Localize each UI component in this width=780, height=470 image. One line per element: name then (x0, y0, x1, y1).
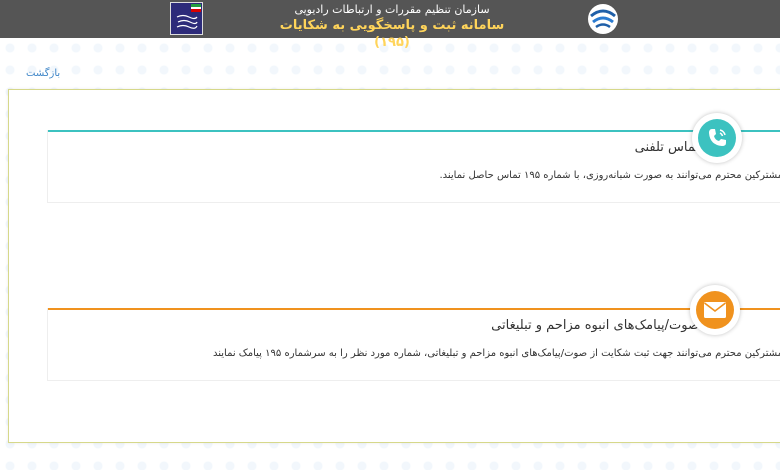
phone-contact-card: تماس تلفنی مشترکین محترم می‌توانند به صو… (47, 130, 780, 203)
org-name: سازمان تنظیم مقررات و ارتباطات رادیویی (294, 3, 490, 16)
phone-icon (698, 119, 736, 157)
content-panel: تماس تلفنی مشترکین محترم می‌توانند به صو… (8, 89, 780, 443)
cra-logo-icon (588, 4, 618, 34)
header-bar: سازمان تنظیم مقررات و ارتباطات رادیویی س… (0, 0, 780, 50)
envelope-icon (696, 291, 734, 329)
flag-icon (191, 4, 201, 12)
card-description: مشترکین محترم می‌توانند به صورت شبانه‌رو… (439, 170, 780, 181)
card-accent-line (48, 308, 780, 310)
header-titles: سازمان تنظیم مقررات و ارتباطات رادیویی س… (272, 2, 512, 51)
card-accent-line (48, 130, 780, 132)
back-link[interactable]: بازگشت (26, 68, 60, 79)
sms-badge (690, 285, 740, 335)
sms-spam-card: صوت/پیامک‌های انبوه مزاحم و تبلیغاتی مشت… (47, 308, 780, 381)
phone-badge (692, 113, 742, 163)
card-description: مشترکین محترم می‌توانند جهت ثبت شکایت از… (212, 348, 780, 359)
system-name: سامانه ثبت و پاسخگویی به شکایات (۱۹۵) (279, 18, 505, 50)
card-title: صوت/پیامک‌های انبوه مزاحم و تبلیغاتی (491, 318, 699, 333)
card-title: تماس تلفنی (634, 140, 699, 155)
ministry-logo (170, 2, 203, 35)
calligraphy-emblem (176, 14, 198, 29)
